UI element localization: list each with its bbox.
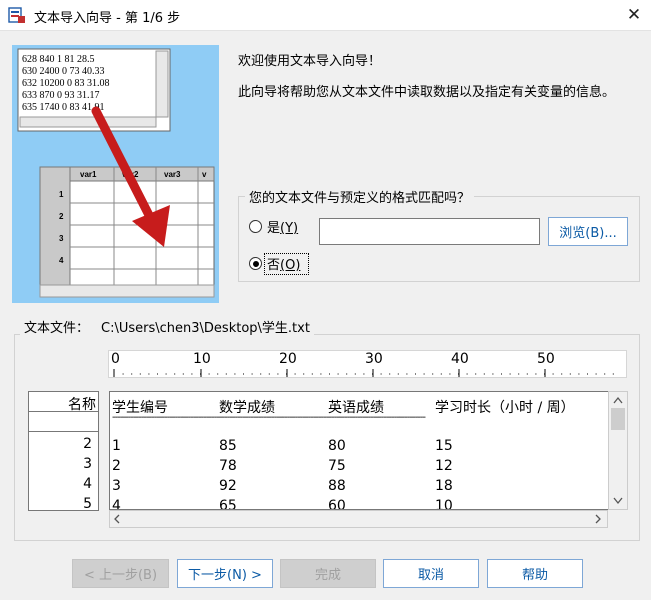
predefined-format-file-input[interactable] — [319, 218, 540, 245]
preview-horizontal-scrollbar[interactable] — [109, 510, 608, 528]
cell-hours: 12 — [435, 458, 453, 474]
yes-radio-label[interactable]: 是(Y) — [267, 217, 298, 236]
yes-text: 是 — [267, 221, 281, 236]
preview-vertical-scrollbar[interactable] — [608, 391, 628, 510]
cell-english: 80 — [328, 438, 346, 454]
welcome-heading: 欢迎使用文本导入向导！ — [238, 54, 382, 69]
cell-math: 78 — [219, 458, 237, 474]
ruler-label: 10 — [193, 351, 211, 367]
cell-math: 92 — [219, 478, 237, 494]
close-button[interactable]: ✕ — [618, 1, 650, 29]
row-number: 5 — [83, 496, 92, 511]
file-preview[interactable]: 学生编号 数学成绩 英语成绩 学习时长（小时 / 周） ------------… — [109, 391, 609, 510]
next-button[interactable]: 下一步(N) > — [177, 559, 273, 588]
cell-hours: 10 — [435, 498, 453, 510]
ruler-label: 20 — [279, 351, 297, 367]
cell-student-id: 4 — [112, 498, 121, 510]
no-radio-label[interactable]: 否(O) — [267, 254, 300, 273]
text-file-label: 文本文件： C:\Users\chen3\Desktop\学生.txt — [20, 317, 314, 336]
separator-line: ----------------------------------------… — [112, 412, 426, 423]
name-header: 名称 — [68, 397, 96, 413]
no-text: 否 — [267, 258, 281, 273]
ruler-label: 40 — [451, 351, 469, 367]
scroll-down-icon — [613, 497, 623, 505]
no-radio[interactable] — [249, 257, 262, 270]
illus-grid-header: v — [202, 170, 207, 179]
preview-row-numbers: 名称 2 3 4 5 — [28, 391, 99, 511]
no-shortcut: (O) — [280, 258, 301, 273]
cancel-button[interactable]: 取消 — [383, 559, 479, 588]
illus-grid-rownum: 2 — [59, 212, 64, 221]
ruler-label: 0 — [111, 351, 120, 367]
scroll-up-icon — [613, 396, 623, 404]
welcome-description: 此向导将帮助您从文本文件中读取数据以及指定有关变量的信息。 — [238, 85, 616, 100]
cell-student-id: 3 — [112, 478, 121, 494]
cell-english: 60 — [328, 498, 346, 510]
cell-math: 85 — [219, 438, 237, 454]
yes-shortcut: (Y) — [280, 221, 299, 236]
spss-app-icon — [8, 7, 25, 23]
title-bar: 文本导入向导 - 第 1/6 步 ✕ — [0, 0, 651, 31]
scroll-right-icon — [595, 514, 601, 524]
cell-hours: 18 — [435, 478, 453, 494]
scroll-left-icon — [114, 514, 120, 524]
cell-english: 88 — [328, 478, 346, 494]
illus-grid-rownum: 1 — [59, 190, 64, 199]
cell-math: 65 — [219, 498, 237, 510]
text-file-path: C:\Users\chen3\Desktop\学生.txt — [101, 321, 310, 336]
illus-grid-header: var1 — [80, 170, 97, 179]
cell-student-id: 2 — [112, 458, 121, 474]
illus-text-line: 633 870 0 93 31.17 — [22, 90, 100, 101]
illus-text-line: 630 2400 0 73 40.33 — [22, 66, 105, 77]
ruler-label: 30 — [365, 351, 383, 367]
row-number: 2 — [83, 436, 92, 452]
wizard-illustration: 628 840 1 81 28.5 630 2400 0 73 40.33 63… — [12, 45, 219, 303]
ruler-label: 50 — [537, 351, 555, 367]
illus-grid-rownum: 4 — [59, 256, 64, 265]
cell-hours: 15 — [435, 438, 453, 454]
hscroll-graphic — [114, 514, 601, 524]
cell-english: 75 — [328, 458, 346, 474]
column-ruler: 0 10 20 30 40 50 — [108, 350, 627, 378]
row-number: 4 — [83, 476, 92, 492]
browse-button[interactable]: 浏览(B)... — [548, 217, 628, 246]
illus-text-line: 628 840 1 81 28.5 — [22, 54, 95, 65]
illus-grid-rownum: 3 — [59, 234, 64, 243]
illus-grid-header: var3 — [164, 170, 181, 179]
back-button: < 上一步(B) — [72, 559, 169, 588]
vscroll-graphic — [611, 396, 625, 505]
illustration-graphic: 628 840 1 81 28.5 630 2400 0 73 40.33 63… — [17, 48, 215, 298]
help-button[interactable]: 帮助 — [487, 559, 583, 588]
cell-student-id: 1 — [112, 438, 121, 454]
yes-radio[interactable] — [249, 220, 262, 233]
illus-text-line: 632 10200 0 83 31.08 — [22, 78, 110, 89]
finish-button: 完成 — [280, 559, 376, 588]
format-match-question: 您的文本文件与预定义的格式匹配吗？ — [245, 187, 475, 206]
row-number: 3 — [83, 456, 92, 472]
window-title: 文本导入向导 - 第 1/6 步 — [34, 11, 181, 26]
